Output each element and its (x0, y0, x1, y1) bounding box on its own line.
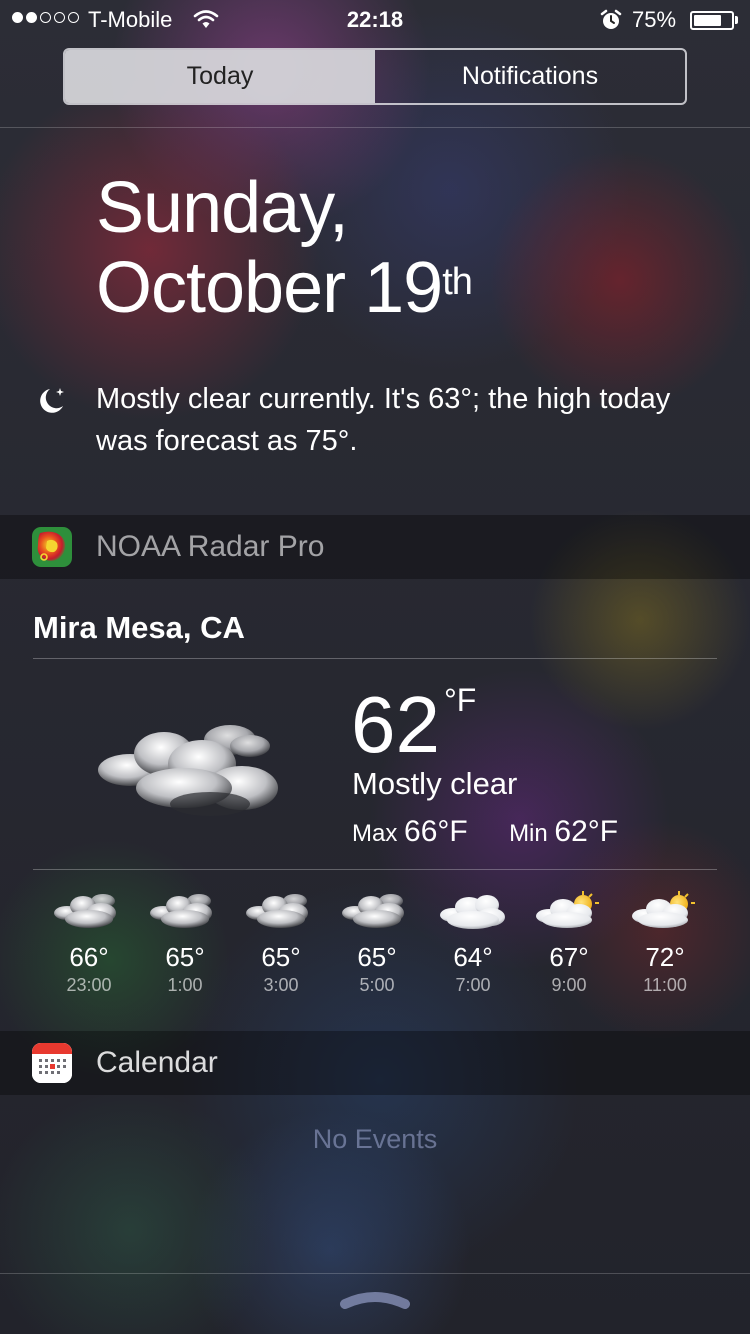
night-cloud-icon (233, 882, 329, 940)
date-weekday: Sunday, (96, 168, 349, 248)
hourly-temp: 72° (645, 942, 685, 972)
divider (33, 658, 717, 659)
hourly-time: 3:00 (263, 975, 299, 995)
weather-location: Mira Mesa, CA (33, 610, 245, 645)
hourly-forecast-item: 72° 11:00 (617, 882, 713, 996)
hourly-temp: 65° (165, 942, 205, 972)
min-label: Min (509, 820, 548, 847)
hourly-forecast-item: 65° 1:00 (137, 882, 233, 996)
today-notifications-switch: Today Notifications (63, 48, 687, 105)
hourly-temp: 67° (549, 942, 589, 972)
hourly-time: 1:00 (167, 975, 203, 995)
current-temperature: 62 (351, 680, 440, 769)
night-cloud-icon (41, 882, 137, 940)
partly-sunny-icon (617, 882, 713, 940)
max-label: Max (352, 820, 398, 847)
noaa-widget-header[interactable]: NOAA Radar Pro (0, 515, 750, 579)
battery-nub (735, 16, 738, 24)
hourly-forecast-item: 66° 23:00 (41, 882, 137, 996)
hourly-forecast-item: 65° 3:00 (233, 882, 329, 996)
hourly-forecast-item: 64° 7:00 (425, 882, 521, 996)
status-bar: T-Mobile 22:18 75% (0, 0, 750, 40)
hourly-temp: 65° (357, 942, 397, 972)
no-events-label: No Events (312, 1124, 438, 1154)
hourly-forecast-item: 65° 5:00 (329, 882, 425, 996)
divider (0, 127, 750, 128)
temperature-unit: °F (444, 682, 477, 718)
moon-icon (33, 383, 69, 424)
tab-today[interactable]: Today (65, 50, 375, 103)
cloud-icon (425, 882, 521, 940)
hourly-time: 7:00 (455, 975, 491, 995)
divider (0, 1273, 750, 1274)
max-value: 66°F (404, 815, 468, 848)
alarm-clock-icon (599, 9, 623, 37)
hourly-temp: 66° (69, 942, 109, 972)
close-handle-icon[interactable] (339, 1288, 411, 1317)
min-value: 62°F (554, 815, 619, 848)
notification-center: T-Mobile 22:18 75% Today Notifications S… (0, 0, 750, 1334)
calendar-widget-title: Calendar (96, 1046, 218, 1079)
max-min-temperature: Max 66°F Min 62°F (352, 815, 618, 849)
calendar-app-icon (32, 1043, 72, 1083)
today-summary: Mostly clear currently. It's 63°; the hi… (96, 383, 671, 457)
hourly-time: 11:00 (643, 975, 687, 995)
hourly-time: 5:00 (359, 975, 395, 995)
calendar-widget-header[interactable]: Calendar (0, 1031, 750, 1095)
hourly-temp: 65° (261, 942, 301, 972)
current-condition: Mostly clear (352, 766, 518, 801)
night-cloud-icon (137, 882, 233, 940)
hourly-forecast-item: 67° 9:00 (521, 882, 617, 996)
battery-percentage: 75% (632, 7, 677, 32)
noaa-widget-title: NOAA Radar Pro (96, 530, 325, 563)
hourly-time: 23:00 (66, 975, 112, 995)
battery-icon (690, 11, 734, 30)
tab-notifications[interactable]: Notifications (375, 50, 685, 103)
hourly-temp: 64° (453, 942, 493, 972)
divider (33, 869, 717, 870)
hourly-time: 9:00 (551, 975, 587, 995)
night-cloud-icon (92, 718, 287, 828)
noaa-radar-app-icon (32, 527, 72, 567)
today-date: Sunday, October 19th (96, 168, 473, 328)
date-month-day: October 19th (96, 248, 473, 328)
hourly-forecast: 66° 23:00 65° 1:00 65° 3:00 65° 5:00 64° 7:00 67° 9… (41, 882, 713, 996)
partly-sunny-icon (521, 882, 617, 940)
night-cloud-icon (329, 882, 425, 940)
